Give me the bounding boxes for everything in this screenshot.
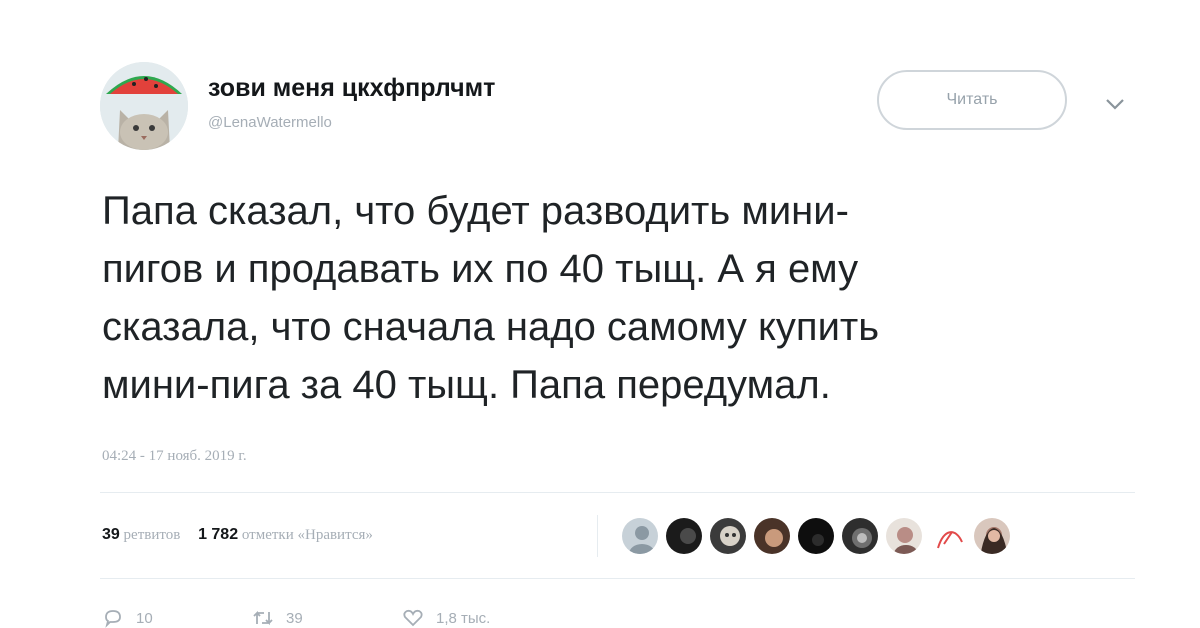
retweet-icon bbox=[253, 610, 273, 626]
tweet-text-line: пигов и продавать их по 40 тыщ. А я ему bbox=[102, 247, 859, 291]
liker-avatar[interactable] bbox=[620, 516, 660, 556]
likes-label[interactable]: отметки «Нравится» bbox=[242, 527, 373, 543]
divider bbox=[100, 578, 1135, 579]
avatar[interactable] bbox=[100, 62, 188, 150]
like-count: 1,8 тыс. bbox=[436, 609, 491, 627]
tweet-text-line: сказала, что сначала надо самому купить bbox=[102, 305, 880, 349]
avatar-image bbox=[100, 62, 188, 150]
liker-avatar[interactable] bbox=[664, 516, 704, 556]
divider bbox=[100, 492, 1135, 493]
chevron-down-icon[interactable] bbox=[1104, 96, 1126, 112]
retweet-count: 39 bbox=[286, 609, 303, 627]
liker-avatar[interactable] bbox=[796, 516, 836, 556]
tweet-card: зови меня цкхфпрлчмт @LenaWatermello Чит… bbox=[0, 0, 1200, 628]
heart-icon bbox=[403, 609, 423, 627]
reply-count: 10 bbox=[136, 609, 153, 627]
liker-avatar[interactable] bbox=[708, 516, 748, 556]
like-button[interactable]: 1,8 тыс. bbox=[402, 608, 490, 628]
follow-button[interactable]: Читать bbox=[877, 70, 1067, 130]
retweet-button[interactable]: 39 bbox=[252, 608, 303, 628]
tweet-stats: 39 ретвитов 1 782 отметки «Нравится» bbox=[102, 526, 373, 544]
liker-avatar[interactable] bbox=[752, 516, 792, 556]
user-handle[interactable]: @LenaWatermello bbox=[208, 114, 332, 131]
reply-button[interactable]: 10 bbox=[102, 608, 153, 628]
retweets-label[interactable]: ретвитов bbox=[124, 527, 181, 543]
likes-count[interactable]: 1 782 bbox=[198, 526, 238, 543]
reply-icon bbox=[105, 610, 121, 628]
display-name[interactable]: зови меня цкхфпрлчмт bbox=[208, 74, 495, 103]
divider bbox=[597, 515, 598, 557]
timestamp[interactable]: 04:24 - 17 нояб. 2019 г. bbox=[102, 448, 247, 465]
liker-avatar[interactable] bbox=[928, 516, 968, 556]
retweets-count[interactable]: 39 bbox=[102, 526, 120, 543]
tweet-text-line: мини-пига за 40 тыщ. Папа передумал. bbox=[102, 363, 831, 407]
tweet-text-line: Папа сказал, что будет разводить мини- bbox=[102, 189, 849, 233]
liker-avatar[interactable] bbox=[884, 516, 924, 556]
liker-avatar[interactable] bbox=[840, 516, 880, 556]
liker-avatar[interactable] bbox=[972, 516, 1012, 556]
tweet-text: Папа сказал, что будет разводить мини- п… bbox=[102, 182, 1102, 414]
